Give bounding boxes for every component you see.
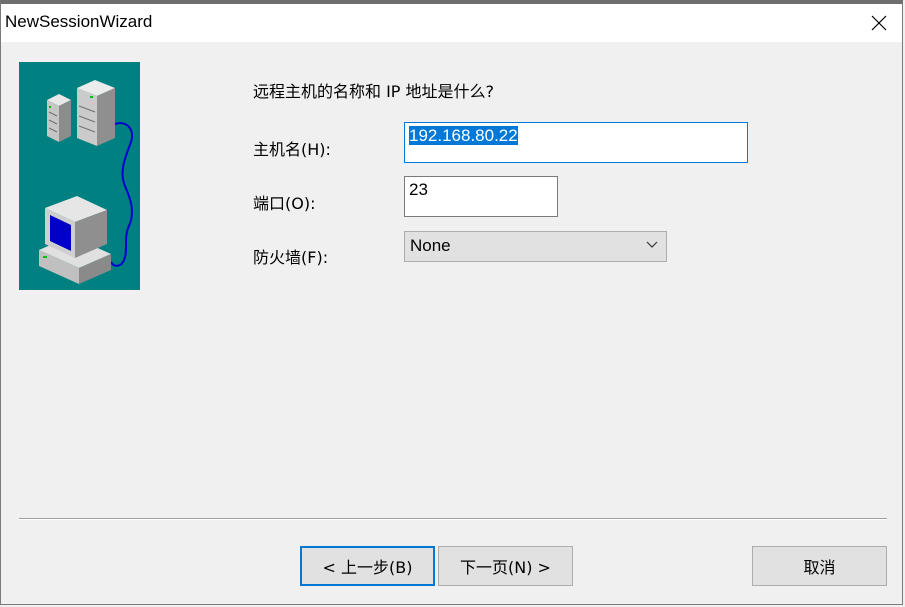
cancel-button[interactable]: 取消	[752, 546, 887, 586]
hostname-label: 主机名(H):	[253, 140, 331, 159]
wizard-illustration	[19, 62, 140, 290]
computer-icon	[39, 196, 111, 284]
firewall-selected-value: None	[410, 236, 451, 255]
chevron-down-icon	[646, 241, 658, 248]
port-input[interactable]: 23	[404, 176, 558, 217]
window-title: NewSessionWizard	[5, 12, 153, 31]
wizard-question: 远程主机的名称和 IP 地址是什么?	[253, 82, 495, 101]
next-button[interactable]: 下一页(N) >	[438, 546, 573, 586]
wizard-window: NewSessionWizard 远程主机的名称和 IP 地址是什么? 主机名(…	[0, 0, 903, 605]
network-cable-icon	[110, 122, 133, 267]
title-bar: NewSessionWizard	[1, 4, 902, 42]
firewall-select[interactable]: None	[404, 231, 667, 262]
hostname-input[interactable]: 192.168.80.22	[404, 122, 748, 163]
server-icon	[47, 80, 115, 146]
footer-separator	[19, 518, 887, 520]
port-value: 23	[409, 180, 428, 199]
firewall-label: 防火墙(F):	[253, 248, 329, 267]
back-button[interactable]: < 上一步(B)	[300, 546, 435, 586]
port-label: 端口(O):	[253, 194, 316, 213]
hostname-value: 192.168.80.22	[409, 126, 518, 145]
close-button[interactable]	[856, 4, 902, 42]
close-icon	[871, 15, 887, 31]
